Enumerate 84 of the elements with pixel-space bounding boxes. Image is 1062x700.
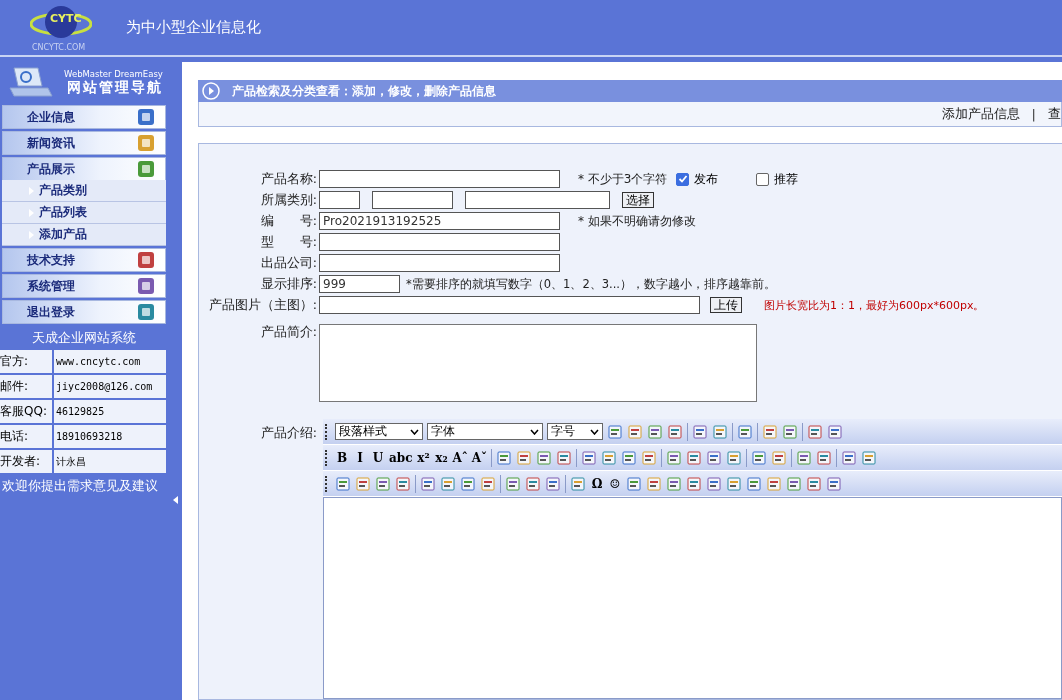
format-button[interactable]: ☺ xyxy=(608,476,622,491)
brand-subtitle: WebMaster DreamEasy xyxy=(64,68,163,79)
system-title: 天成企业网站系统 xyxy=(31,329,137,347)
dropdown[interactable]: 段落样式 xyxy=(335,423,423,440)
field-label: 型 号: xyxy=(259,233,318,251)
hint-text: 图片长宽比为1：1，最好为600px*600px。 xyxy=(764,297,985,313)
input-field[interactable]: 999 xyxy=(319,275,400,293)
logo-text: CYTC xyxy=(50,12,82,25)
field-label: 产品介绍: xyxy=(259,425,318,442)
input-field[interactable] xyxy=(319,233,560,251)
checkbox-label: 推荐 xyxy=(774,170,799,188)
field-label: 编 号: xyxy=(259,212,318,230)
menu-icon xyxy=(135,133,157,153)
collapse-arrow-icon[interactable] xyxy=(172,495,178,504)
checkbox-label: 发布 xyxy=(694,170,719,188)
menu-icon xyxy=(135,276,157,296)
menu-item[interactable]: 技术支持 xyxy=(2,248,166,272)
field-label: 显示排序: xyxy=(259,275,318,293)
action-link[interactable]: 添加产品信息 xyxy=(941,105,1020,124)
format-button[interactable]: Aˇ xyxy=(471,450,488,465)
input-field[interactable]: Pro2021913192525 xyxy=(319,212,560,230)
triangle-icon xyxy=(29,230,34,239)
field-label: 所属类别: xyxy=(259,191,318,209)
menu-item[interactable]: 新闻资讯 xyxy=(2,131,166,155)
chevron-down-icon xyxy=(530,428,539,435)
menu-item[interactable]: 产品展示 xyxy=(2,157,166,180)
table-cell: 计永昌 xyxy=(54,450,166,473)
upload-button[interactable]: 上传 xyxy=(710,297,742,313)
page-title: 产品检索及分类查看：添加，修改，删除产品信息 xyxy=(232,82,496,100)
hint-text: *需要排序的就填写数字（0、1、2、3...），数字越小，排序越靠前。 xyxy=(406,276,776,292)
hint-text: * 如果不明确请勿修改 xyxy=(578,212,696,230)
triangle-icon xyxy=(29,186,34,195)
menu-icon xyxy=(135,250,157,270)
table-cell: 18910693218 xyxy=(54,425,166,448)
input-field[interactable] xyxy=(319,296,700,314)
format-button[interactable]: abc xyxy=(389,450,413,465)
menu-item[interactable]: 退出登录 xyxy=(2,300,166,324)
format-button[interactable]: U xyxy=(371,450,385,465)
table-cell: 邮件: xyxy=(0,375,52,398)
dropdown[interactable]: 字体 xyxy=(427,423,543,440)
logo-caption: CNCYTC.COM xyxy=(32,43,86,52)
format-button[interactable]: B xyxy=(335,450,349,465)
menu-item[interactable]: 系统管理 xyxy=(2,274,166,298)
triangle-icon xyxy=(29,208,34,217)
hint-text: * 不少于3个字符 xyxy=(578,170,668,188)
format-button[interactable]: x² xyxy=(416,450,431,465)
format-button[interactable]: I xyxy=(353,450,367,465)
brand-title: 网站管理导航 xyxy=(66,78,163,97)
format-button[interactable]: Aˆ xyxy=(452,450,468,465)
table-cell: 官方: xyxy=(0,350,52,373)
table-cell: 46129825 xyxy=(54,400,166,423)
checkbox[interactable] xyxy=(676,172,690,186)
category-field[interactable] xyxy=(372,191,453,209)
format-button[interactable]: Ω xyxy=(590,476,604,491)
chevron-down-icon xyxy=(590,428,599,435)
input-field[interactable] xyxy=(319,170,560,188)
slogan: 为中小型企业信息化 xyxy=(126,18,261,37)
field-label: 产品名称: xyxy=(259,170,318,188)
table-cell: 开发者: xyxy=(0,450,52,473)
link-separator: | xyxy=(1031,106,1036,122)
category-field[interactable] xyxy=(319,191,360,209)
table-cell: 电话: xyxy=(0,425,52,448)
menu-icon xyxy=(135,302,157,322)
feedback-text: 欢迎你提出需求意见及建议 xyxy=(1,477,159,495)
field-label: 产品图片（主图）: xyxy=(207,296,318,314)
field-label: 出品公司: xyxy=(259,254,318,272)
dropdown[interactable]: 字号 xyxy=(547,423,603,440)
format-button[interactable]: x₂ xyxy=(434,450,449,465)
text-area[interactable] xyxy=(319,324,757,402)
action-link[interactable]: 查 xyxy=(1048,105,1061,124)
menu-item[interactable]: 企业信息 xyxy=(2,105,166,129)
table-cell: jiyc2008@126.com xyxy=(54,375,166,398)
input-field[interactable] xyxy=(319,254,560,272)
menu-icon xyxy=(135,159,157,179)
category-field[interactable] xyxy=(465,191,610,209)
chevron-down-icon xyxy=(410,428,419,435)
menu-icon xyxy=(135,107,157,127)
checkbox[interactable] xyxy=(756,172,770,186)
field-label: 产品简介: xyxy=(259,324,318,341)
play-circle-icon xyxy=(202,82,220,101)
laptop-icon xyxy=(8,65,54,100)
table-cell: 客服QQ: xyxy=(0,400,52,423)
choose-button[interactable]: 选择 xyxy=(622,192,654,208)
table-cell: www.cncytc.com xyxy=(54,350,166,373)
